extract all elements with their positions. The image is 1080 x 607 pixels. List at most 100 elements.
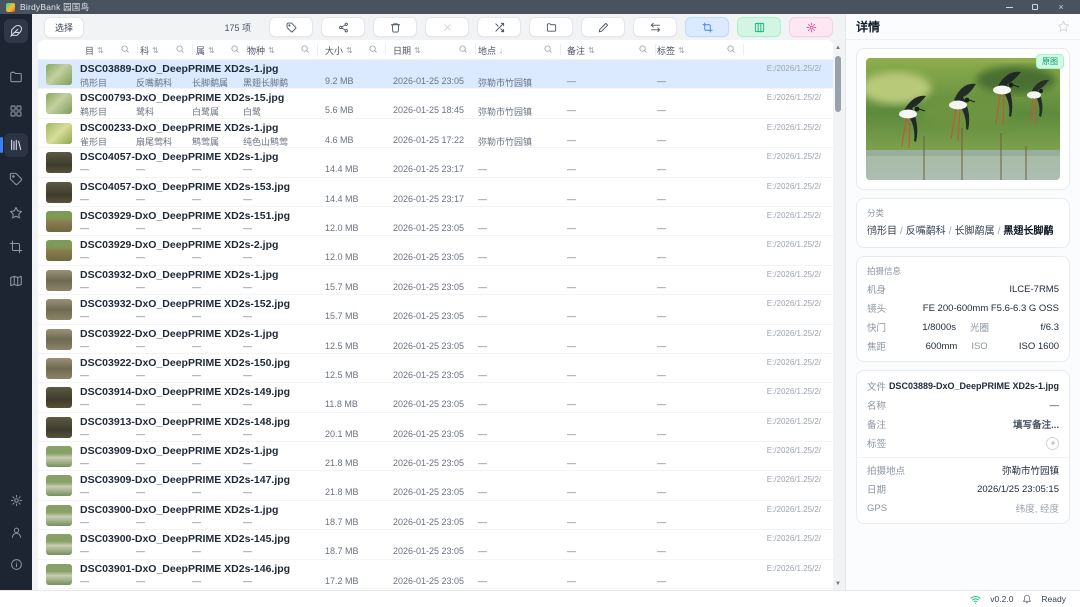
row-cell: 2026-01-25 18:45	[393, 105, 465, 116]
share-toolbar-button[interactable]	[321, 17, 365, 37]
bell-icon[interactable]	[1022, 594, 1032, 604]
column-header-8[interactable]: 备注 ⇅	[567, 40, 595, 60]
category-path[interactable]: 鸻形目 / 反嘴鹬科 / 长脚鹬属 / 黑翅长脚鹬	[867, 224, 1059, 239]
table-row[interactable]: DSC04057-DxO_DeepPRIME XD2s-153.jpg — — — —1…	[38, 177, 833, 207]
column-search-icon[interactable]	[120, 44, 130, 57]
category-path-item[interactable]: 长脚鹬属	[955, 226, 995, 237]
table-scrollbar[interactable]: ▲ ▼	[834, 44, 842, 588]
table-row[interactable]: DSC03932-DxO_DeepPRIME XD2s-1.jpg — — — —15.…	[38, 265, 833, 296]
table-row[interactable]: DSC03922-DxO_DeepPRIME XD2s-1.jpg — — — —12.…	[38, 324, 833, 354]
row-cell: —	[80, 428, 89, 439]
column-header-7[interactable]: 地点 ↓	[478, 40, 503, 60]
table-row[interactable]: DSC03914-DxO_DeepPRIME XD2s-149.jpg — — — —1…	[38, 383, 833, 413]
settings-toolbar-button[interactable]	[789, 17, 833, 37]
table-row[interactable]: DSC04057-DxO_DeepPRIME XD2s-1.jpg — — — —14.…	[38, 148, 833, 178]
sidebar-item-user[interactable]	[4, 520, 28, 544]
sidebar-item-library[interactable]	[0, 133, 28, 157]
column-header-9[interactable]: 标签 ⇅	[657, 40, 685, 60]
column-header-1[interactable]: 目 ⇅	[85, 40, 104, 60]
column-header-3[interactable]: 属 ⇅	[196, 40, 215, 60]
column-header-5[interactable]: 大小 ⇅	[325, 40, 353, 60]
category-path-item[interactable]: 鸻形目	[867, 226, 897, 237]
note-input[interactable]: 填写备注...	[886, 417, 1059, 431]
folder-toolbar-button[interactable]	[529, 17, 573, 37]
column-header-4[interactable]: 物种 ⇅	[247, 40, 275, 60]
table-row[interactable]: DSC00233-DxO_DeepPRIME XD2s-1.jpg 雀形目 扇尾莺科…	[38, 118, 833, 149]
column-header-2[interactable]: 科 ⇅	[140, 40, 159, 60]
add-tag-button[interactable]	[1046, 436, 1059, 450]
table-row[interactable]: DSC03900-DxO_DeepPRIME XD2s-1.jpg — — — —18.…	[38, 500, 833, 531]
row-path: E:/2026/1.25/2/	[766, 64, 821, 73]
favorite-star-icon[interactable]	[1057, 20, 1070, 33]
row-cell: —	[567, 105, 576, 116]
tag-toolbar-button[interactable]	[269, 17, 313, 37]
minimize-button[interactable]	[996, 0, 1022, 14]
maximize-button[interactable]	[1022, 0, 1048, 14]
row-path: E:/2026/1.25/2/	[766, 387, 821, 397]
table-row[interactable]: DSC03922-DxO_DeepPRIME XD2s-150.jpg — — — —1…	[38, 353, 833, 384]
column-search-icon[interactable]	[638, 44, 648, 57]
row-cell: —	[192, 575, 201, 586]
scroll-down-icon[interactable]: ▼	[834, 580, 842, 588]
table-row[interactable]: DSC03909-DxO_DeepPRIME XD2s-147.jpg — — — —2…	[38, 471, 833, 501]
transfer-toolbar-button[interactable]	[477, 17, 521, 37]
sidebar-item-feather-logo[interactable]	[4, 19, 28, 43]
table-row[interactable]: DSC03909-DxO_DeepPRIME XD2s-1.jpg — — — —21.…	[38, 442, 833, 472]
table-row[interactable]: DSC03929-DxO_DeepPRIME XD2s-151.jpg — — — —1…	[38, 206, 833, 237]
close-toolbar-button[interactable]	[425, 17, 469, 37]
table-row[interactable]: DSC00793-DxO_DeepPRIME XD2s-15.jpg 鹈形目 鹭科 白…	[38, 89, 833, 119]
sidebar-item-grid[interactable]	[4, 99, 28, 123]
table-row[interactable]: DSC03901-DxO_DeepPRIME XD2s-146.jpg — — — —1…	[38, 559, 833, 590]
window-controls: ×	[996, 0, 1074, 14]
sidebar-item-star[interactable]	[4, 201, 28, 225]
table-row[interactable]: DSC03913-DxO_DeepPRIME XD2s-148.jpg — — — —2…	[38, 412, 833, 443]
sidebar-item-info[interactable]	[4, 552, 28, 576]
column-search-icon[interactable]	[175, 44, 185, 57]
photo-preview[interactable]	[866, 58, 1060, 180]
sort-icon[interactable]: ⇅	[152, 46, 159, 55]
column-search-icon[interactable]	[543, 44, 553, 57]
scroll-up-icon[interactable]: ▲	[834, 44, 842, 52]
column-search-icon[interactable]	[300, 44, 310, 57]
close-button[interactable]: ×	[1048, 0, 1074, 14]
sort-icon[interactable]: ⇅	[268, 46, 275, 55]
column-search-icon[interactable]	[368, 44, 378, 57]
table-row[interactable]: DSC03889-DxO_DeepPRIME XD2s-1.jpg 鸻形目 反嘴鹬科…	[38, 60, 833, 90]
select-button[interactable]: 选择	[44, 16, 85, 38]
scrollbar-thumb[interactable]	[835, 56, 841, 112]
columns-toolbar-button[interactable]	[737, 17, 781, 37]
name-value[interactable]: —	[886, 400, 1060, 411]
trash-toolbar-button[interactable]	[373, 17, 417, 37]
column-header-6[interactable]: 日期 ⇅	[393, 40, 421, 60]
sidebar-item-crop[interactable]	[4, 235, 28, 259]
column-separator	[475, 44, 476, 55]
sidebar-item-tag[interactable]	[4, 167, 28, 191]
row-thumbnail	[46, 152, 72, 174]
sidebar-item-folder[interactable]	[4, 65, 28, 89]
table-row[interactable]: DSC03929-DxO_DeepPRIME XD2s-2.jpg — — — —12.…	[38, 236, 833, 266]
sort-icon[interactable]: ⇅	[97, 46, 104, 55]
row-cell: 2026-01-25 23:05	[393, 369, 465, 380]
sidebar-item-gear[interactable]	[4, 488, 28, 512]
category-path-item[interactable]: 黑翅长脚鹬	[1003, 226, 1053, 237]
category-path-item[interactable]: 反嘴鹬科	[906, 226, 946, 237]
column-search-icon[interactable]	[726, 44, 736, 57]
sort-icon[interactable]: ⇅	[208, 46, 215, 55]
sort-icon[interactable]: ⇅	[588, 46, 595, 55]
column-search-icon[interactable]	[230, 44, 240, 57]
crop-toolbar-button[interactable]	[685, 17, 729, 37]
table-row[interactable]: DSC03932-DxO_DeepPRIME XD2s-152.jpg — — — —1…	[38, 295, 833, 325]
sidebar-item-map[interactable]	[4, 269, 28, 293]
swap-toolbar-button[interactable]	[633, 17, 677, 37]
sort-desc-icon[interactable]: ↓	[499, 46, 503, 55]
edit-toolbar-button[interactable]	[581, 17, 625, 37]
sort-icon[interactable]: ⇅	[414, 46, 421, 55]
column-separator	[743, 44, 744, 55]
row-thumbnail	[46, 240, 72, 262]
iso-label: ISO	[971, 340, 988, 352]
table-row[interactable]: DSC03900-DxO_DeepPRIME XD2s-145.jpg — — — —1…	[38, 530, 833, 560]
sort-icon[interactable]: ⇅	[678, 46, 685, 55]
row-path: E:/2026/1.25/2/	[766, 416, 821, 426]
sort-icon[interactable]: ⇅	[346, 46, 353, 55]
column-search-icon[interactable]	[458, 44, 468, 57]
